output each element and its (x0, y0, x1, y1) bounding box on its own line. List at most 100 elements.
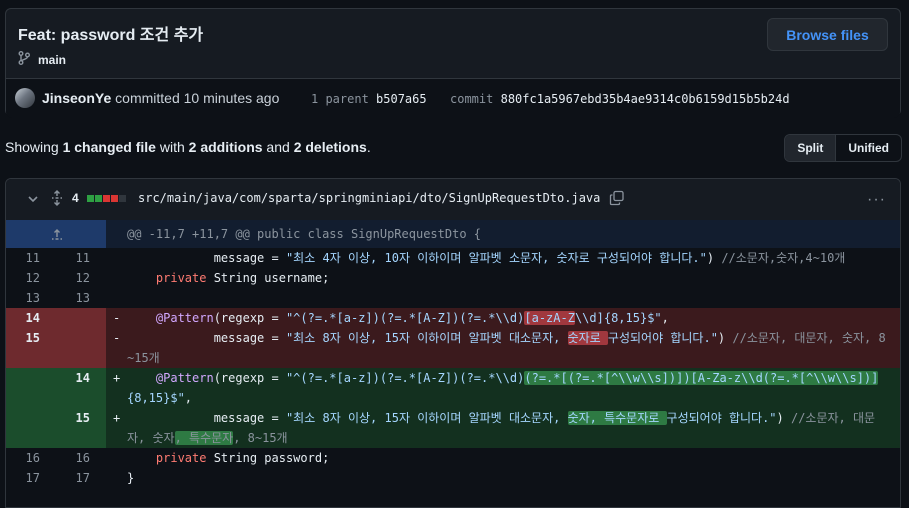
code-token: ) (706, 251, 722, 265)
old-line-number[interactable]: 17 (6, 468, 56, 488)
added-row: 15 + message = "최소 8자 이상, 15자 이하이며 알파벳 대… (6, 408, 900, 448)
file-path[interactable]: src/main/java/com/sparta/springminiapi/d… (138, 191, 600, 205)
summary-suffix: . (366, 139, 371, 155)
unfold-icon[interactable] (50, 190, 64, 209)
old-line-number[interactable]: 12 (6, 268, 56, 288)
parent-info: 1 parent b507a65 (311, 92, 427, 106)
deleted-row: 14 - @Pattern(regexp = "^(?=.*[a-z])(?=.… (6, 308, 900, 328)
code-token: , (661, 311, 669, 325)
code-line: private String password; (127, 448, 888, 468)
summary-mid1: with (155, 139, 189, 155)
code-line: @Pattern(regexp = "^(?=.*[a-z])(?=.*[A-Z… (127, 368, 888, 408)
diff-summary: Showing 1 changed file with 2 additions … (5, 139, 371, 155)
code-string: "최소 4자 이상, 10자 이하이며 알파벳 소문자, 숫자로 구성되어야 합… (285, 251, 707, 265)
old-line-number[interactable]: 15 (6, 328, 56, 368)
old-line-number[interactable]: 11 (6, 248, 56, 268)
hunk-header: @@ -11,7 +11,7 @@ public class SignUpReq… (6, 220, 900, 248)
change-count: 4 (72, 191, 79, 205)
diff-row: 17 17 } (6, 468, 900, 488)
code-token: (regexp = (213, 311, 286, 325)
code-keyword: private (155, 451, 207, 465)
file-header: 4 src/main/java/com/sparta/springminiapi… (6, 179, 900, 221)
code-line: message = "최소 8자 이상, 15자 이하이며 알파벳 대소문자, … (127, 408, 888, 448)
code-string: "최소 8자 이상, 15자 이하이며 알파벳 대소문자, (285, 331, 568, 345)
code-token: message = (127, 331, 286, 345)
summary-mid2: and (262, 139, 294, 155)
code-annotation: @Pattern (155, 371, 214, 385)
new-line-number[interactable]: 16 (56, 448, 106, 468)
code-string: 구성되어야 합니다." (666, 411, 777, 425)
code-token: ) (776, 411, 791, 425)
parent-hash-link[interactable]: b507a65 (376, 92, 427, 106)
expand-up-icon[interactable] (50, 227, 64, 247)
code-annotation: @Pattern (155, 311, 214, 325)
commit-time: committed 10 minutes ago (115, 90, 280, 106)
code-line: message = "최소 4자 이상, 10자 이하이며 알파벳 소문자, 숫… (127, 248, 888, 268)
git-branch-icon (18, 51, 30, 68)
hunk-header-text: @@ -11,7 +11,7 @@ public class SignUpReq… (127, 227, 482, 241)
new-line-number[interactable]: 13 (56, 288, 106, 308)
avatar[interactable] (15, 88, 35, 108)
summary-additions: 2 additions (188, 139, 263, 155)
parent-label: 1 parent (311, 92, 369, 106)
code-string: "^(?=.*[a-z])(?=.*[A-Z])(?=.*\\d) (285, 311, 525, 325)
summary-deletions: 2 deletions (293, 139, 367, 155)
new-line-number[interactable]: 12 (56, 268, 106, 288)
code-string: \\d]{8,15}$" (574, 311, 662, 325)
code-line: message = "최소 8자 이상, 15자 이하이며 알파벳 대소문자, … (127, 328, 888, 368)
diff-row: 16 16 private String password; (6, 448, 900, 468)
old-line-number[interactable]: 13 (6, 288, 56, 308)
diff-file: 4 src/main/java/com/sparta/springminiapi… (5, 178, 901, 508)
new-line-number[interactable] (56, 328, 106, 368)
deletion-marker: - (113, 311, 121, 325)
commit-meta: JinseonYe committed 10 minutes ago 1 par… (6, 78, 900, 118)
new-line-number[interactable]: 17 (56, 468, 106, 488)
code-string: 구성되어야 합니다." (607, 331, 718, 345)
new-line-number[interactable]: 15 (56, 408, 106, 448)
chevron-down-icon[interactable] (26, 192, 40, 209)
commit-title: Feat: password 조건 추가 (18, 27, 204, 44)
deletion-marker: - (113, 331, 121, 345)
old-line-number[interactable] (6, 408, 56, 448)
diff-row: 13 13 (6, 288, 900, 308)
code-string: "^(?=.*[a-z])(?=.*[A-Z])(?=.*\\d) (285, 371, 525, 385)
summary-changed: 1 changed file (62, 139, 156, 155)
browse-files-button[interactable]: Browse files (767, 18, 888, 51)
code-line: } (127, 471, 135, 485)
code-line: private String username; (127, 268, 888, 288)
commit-id: commit 880fc1a5967ebd35b4ae9314c0b6159d1… (450, 92, 790, 106)
kebab-horizontal-icon[interactable]: ··· (867, 191, 886, 209)
diff-row: 12 12 private String username; (6, 268, 900, 288)
new-line-number[interactable]: 11 (56, 248, 106, 268)
code-comment: , 8~15개 (233, 431, 288, 445)
code-line: @Pattern(regexp = "^(?=.*[a-z])(?=.*[A-Z… (127, 308, 888, 328)
author-link[interactable]: JinseonYe (42, 90, 111, 106)
code-token: ) (717, 331, 733, 345)
commit-hash: 880fc1a5967ebd35b4ae9314c0b6159d15b5b24d (500, 92, 790, 106)
old-line-number[interactable]: 14 (6, 308, 56, 328)
code-string: "최소 8자 이상, 15자 이하이며 알파벳 대소문자, (285, 411, 568, 425)
code-token: String password; (206, 451, 330, 465)
split-view-button[interactable]: Split (785, 135, 837, 161)
new-line-number[interactable]: 14 (56, 368, 106, 408)
branch-name[interactable]: main (38, 53, 66, 67)
added-highlight: (?=.*[(?=.*[^\\w\\s])])[A-Za-z\\d(?=.*[^… (524, 371, 879, 385)
code-token: (regexp = (213, 371, 286, 385)
new-line-number[interactable] (56, 308, 106, 328)
diffstat-bars (87, 195, 126, 202)
commit-header: Feat: password 조건 추가 main Browse files J… (5, 8, 901, 118)
code-token: message = (127, 411, 286, 425)
branch-indicator: main (18, 51, 66, 68)
code-token: String username; (206, 271, 330, 285)
old-line-number[interactable] (6, 368, 56, 408)
code-token: , (184, 391, 193, 405)
deleted-highlight: [a-zA-Z (524, 311, 575, 325)
deleted-highlight: 숫자로 (567, 331, 608, 345)
unified-view-button[interactable]: Unified (836, 135, 901, 161)
copy-icon[interactable] (609, 190, 625, 209)
old-line-number[interactable]: 16 (6, 448, 56, 468)
